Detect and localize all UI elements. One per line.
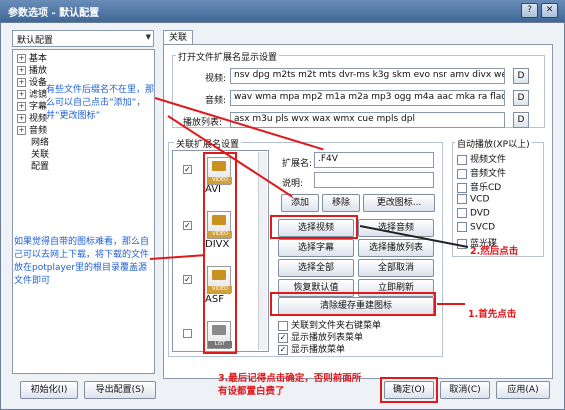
autoplay-svcd-checkbox[interactable]: SVCD: [457, 222, 495, 233]
checkbox-box[interactable]: ✓: [278, 332, 288, 343]
apply-button[interactable]: 应用(A): [496, 381, 550, 399]
select-video-highlight-box: [270, 215, 358, 239]
tree-item-network[interactable]: 网络: [31, 138, 49, 149]
tree-item-basic[interactable]: + 基本: [17, 54, 47, 65]
remove-button[interactable]: 移除: [322, 194, 360, 212]
desc-label: 说明:: [282, 179, 304, 189]
cancel-button[interactable]: 取消(C): [440, 381, 490, 399]
expand-icon[interactable]: +: [17, 102, 26, 111]
ext-name-input[interactable]: .F4V: [314, 152, 434, 168]
desc-input[interactable]: [314, 172, 434, 188]
assoc-item-checkbox[interactable]: ✓: [183, 275, 192, 284]
select-all-button[interactable]: 选择全部: [278, 259, 354, 277]
show-play-menu-checkbox[interactable]: ✓ 显示播放菜单: [278, 342, 345, 355]
left-note: 如果觉得自带的图标难看，那么自己可以去网上下载，将下载的文件放在potplaye…: [14, 237, 150, 286]
export-config-button[interactable]: 导出配置(S): [84, 381, 156, 399]
video-ext-field[interactable]: nsv dpg m2ts m2t mts dvr-ms k3g skm evo …: [230, 68, 505, 84]
playlist-ext-field[interactable]: asx m3u pls wvx wax wmx cue mpls dpl: [230, 112, 505, 128]
checkbox-box[interactable]: [278, 320, 288, 331]
assoc-item-checkbox[interactable]: [183, 329, 192, 338]
window-title: 参数选项 - 默认配置: [8, 8, 100, 19]
chevron-down-icon: ▼: [145, 33, 151, 41]
expand-icon[interactable]: +: [17, 114, 26, 123]
expand-icon[interactable]: +: [17, 90, 26, 99]
assoc-item-checkbox[interactable]: ✓: [183, 165, 192, 174]
expand-icon[interactable]: +: [17, 54, 26, 63]
expand-icon[interactable]: +: [17, 126, 26, 135]
step3-note: 3.最后记得点击确定，否则前面所有设都置白费了: [218, 373, 362, 397]
tree-item-association[interactable]: 关联: [31, 150, 49, 161]
audio-ext-field[interactable]: wav wma mpa mp2 m1a m2a mp3 ogg m4a aac …: [230, 90, 505, 106]
tree-item-video[interactable]: + 视频: [17, 114, 47, 125]
profile-select[interactable]: 默认配置 ▼: [12, 30, 154, 47]
autoplay-dvd-checkbox[interactable]: DVD: [457, 208, 490, 219]
tree-item-audio[interactable]: + 音频: [17, 126, 47, 137]
init-button[interactable]: 初始化(I): [20, 381, 78, 399]
select-subtitle-button[interactable]: 选择字幕: [278, 239, 354, 257]
autoplay-group-title: 自动播放(XP以上): [455, 137, 532, 150]
title-bar: 参数选项 - 默认配置 ? ✕: [0, 0, 565, 22]
ok-highlight-box: [380, 377, 438, 403]
autoplay-vcd-checkbox[interactable]: VCD: [457, 194, 489, 205]
help-button[interactable]: ?: [521, 3, 538, 18]
select-playlist-button[interactable]: 选择播放列表: [358, 239, 434, 257]
audio-ext-label: 音频:: [205, 96, 227, 106]
annotation-arrow: [437, 303, 465, 305]
deselect-all-button[interactable]: 全部取消: [358, 259, 434, 277]
clear-cache-highlight-box: [270, 292, 436, 316]
top-note: 有些文件后缀名不在里，那么可以自己点击“添加”，并“更改图标”: [46, 85, 155, 121]
profile-select-value: 默认配置: [17, 36, 54, 46]
ext-name-label: 扩展名:: [282, 159, 313, 169]
checkbox-box[interactable]: ✓: [278, 344, 288, 355]
autoplay-video-checkbox[interactable]: 视频文件: [457, 152, 506, 165]
add-button[interactable]: 添加: [281, 194, 319, 212]
step2-note: 2.然后点击: [470, 246, 519, 257]
video-ext-default-button[interactable]: D: [513, 68, 529, 84]
assoc-item-checkbox[interactable]: ✓: [183, 221, 192, 230]
tree-item-config[interactable]: 配置: [31, 162, 49, 173]
expand-icon[interactable]: +: [17, 66, 26, 75]
ext-display-group-title: 打开文件扩展名显示设置: [176, 50, 280, 63]
audio-ext-default-button[interactable]: D: [513, 90, 529, 106]
tree-item-playback[interactable]: + 播放: [17, 66, 47, 77]
assoc-list-scrollbar[interactable]: [258, 152, 267, 350]
close-button[interactable]: ✕: [541, 3, 558, 18]
autoplay-audio-checkbox[interactable]: 音频文件: [457, 166, 506, 179]
playlist-ext-default-button[interactable]: D: [513, 112, 529, 128]
tree-item-filter[interactable]: + 滤镜: [17, 90, 47, 101]
change-icon-button[interactable]: 更改图标...: [363, 194, 435, 212]
expand-icon[interactable]: +: [17, 78, 26, 87]
tab-association[interactable]: 关联: [163, 30, 193, 45]
step1-note: 1.首先点击: [468, 309, 517, 320]
video-ext-label: 视频:: [205, 74, 227, 84]
tree-item-subtitle[interactable]: + 字幕: [17, 102, 47, 113]
assoc-group-title: 关联扩展名设置: [174, 137, 242, 150]
tree-item-device[interactable]: + 设备: [17, 78, 47, 89]
autoplay-musiccd-checkbox[interactable]: 音乐CD: [457, 180, 501, 193]
icons-highlight-box: [203, 152, 237, 354]
